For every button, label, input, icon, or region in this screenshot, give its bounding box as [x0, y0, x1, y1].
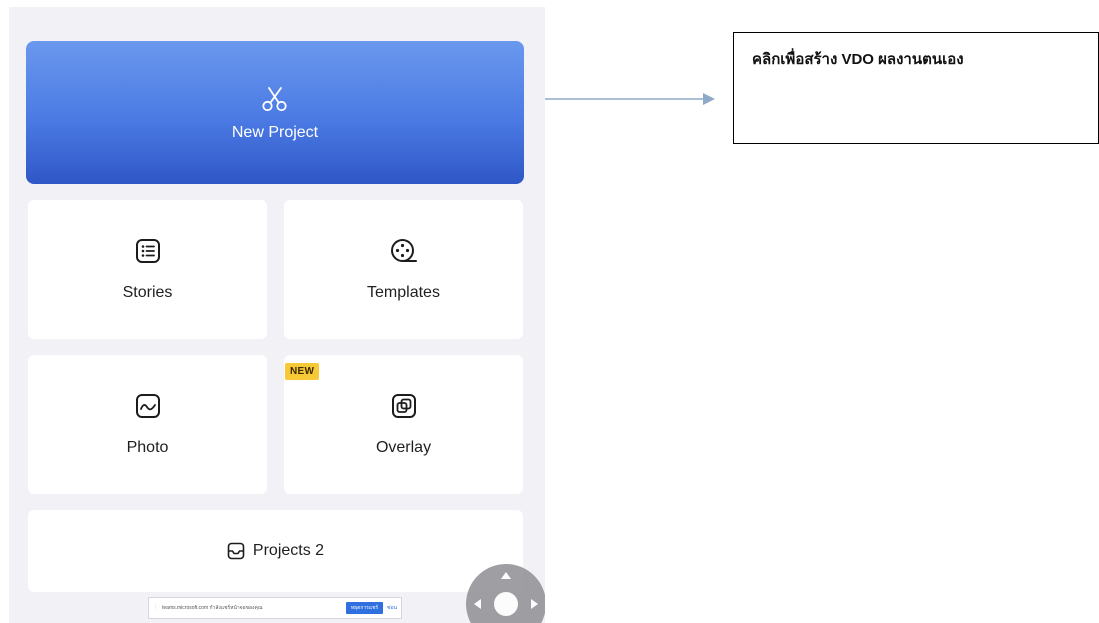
- phone-screen: New Project Stories Templates Photo Over…: [9, 7, 545, 623]
- overlay-tile[interactable]: Overlay: [284, 355, 523, 494]
- banner-grip-icon[interactable]: ⋮: [153, 605, 158, 611]
- projects-label: Projects 2: [252, 542, 325, 559]
- scissors-icon: [262, 86, 287, 111]
- screenshot-stage: New Project Stories Templates Photo Over…: [0, 0, 1099, 623]
- new-project-label: New Project: [231, 123, 319, 141]
- hide-banner-button[interactable]: ซ่อน: [387, 604, 397, 612]
- joystick-icon: [474, 572, 538, 616]
- photo-icon: [135, 393, 160, 418]
- callout-text: คลิกเพื่อสร้าง VDO ผลงานตนเอง: [752, 51, 964, 68]
- inbox-tray-icon: [227, 542, 245, 560]
- stories-label: Stories: [122, 283, 173, 301]
- stop-sharing-button[interactable]: หยุดการแชร์: [345, 602, 384, 614]
- film-reel-icon: [390, 238, 417, 262]
- banner-text: teams.microsoft.com กำลังแชร์หน้าจอของคุ…: [162, 605, 263, 611]
- photo-tile[interactable]: Photo: [28, 355, 267, 494]
- overlay-label: Overlay: [375, 438, 432, 456]
- callout-box: คลิกเพื่อสร้าง VDO ผลงานตนเอง: [733, 32, 1099, 144]
- joystick-control[interactable]: [466, 564, 545, 623]
- photo-label: Photo: [126, 438, 169, 456]
- screen-share-banner: ⋮ teams.microsoft.com กำลังแชร์หน้าจอของ…: [148, 597, 402, 619]
- templates-tile[interactable]: Templates: [284, 200, 523, 339]
- stories-tile[interactable]: Stories: [28, 200, 267, 339]
- arrow-connector: [545, 93, 715, 105]
- overlay-icon: [391, 393, 416, 418]
- projects-button[interactable]: Projects 2: [28, 510, 523, 592]
- templates-label: Templates: [367, 283, 440, 301]
- list-icon: [135, 238, 160, 263]
- new-project-button[interactable]: New Project: [26, 41, 524, 184]
- new-badge: NEW: [285, 363, 320, 380]
